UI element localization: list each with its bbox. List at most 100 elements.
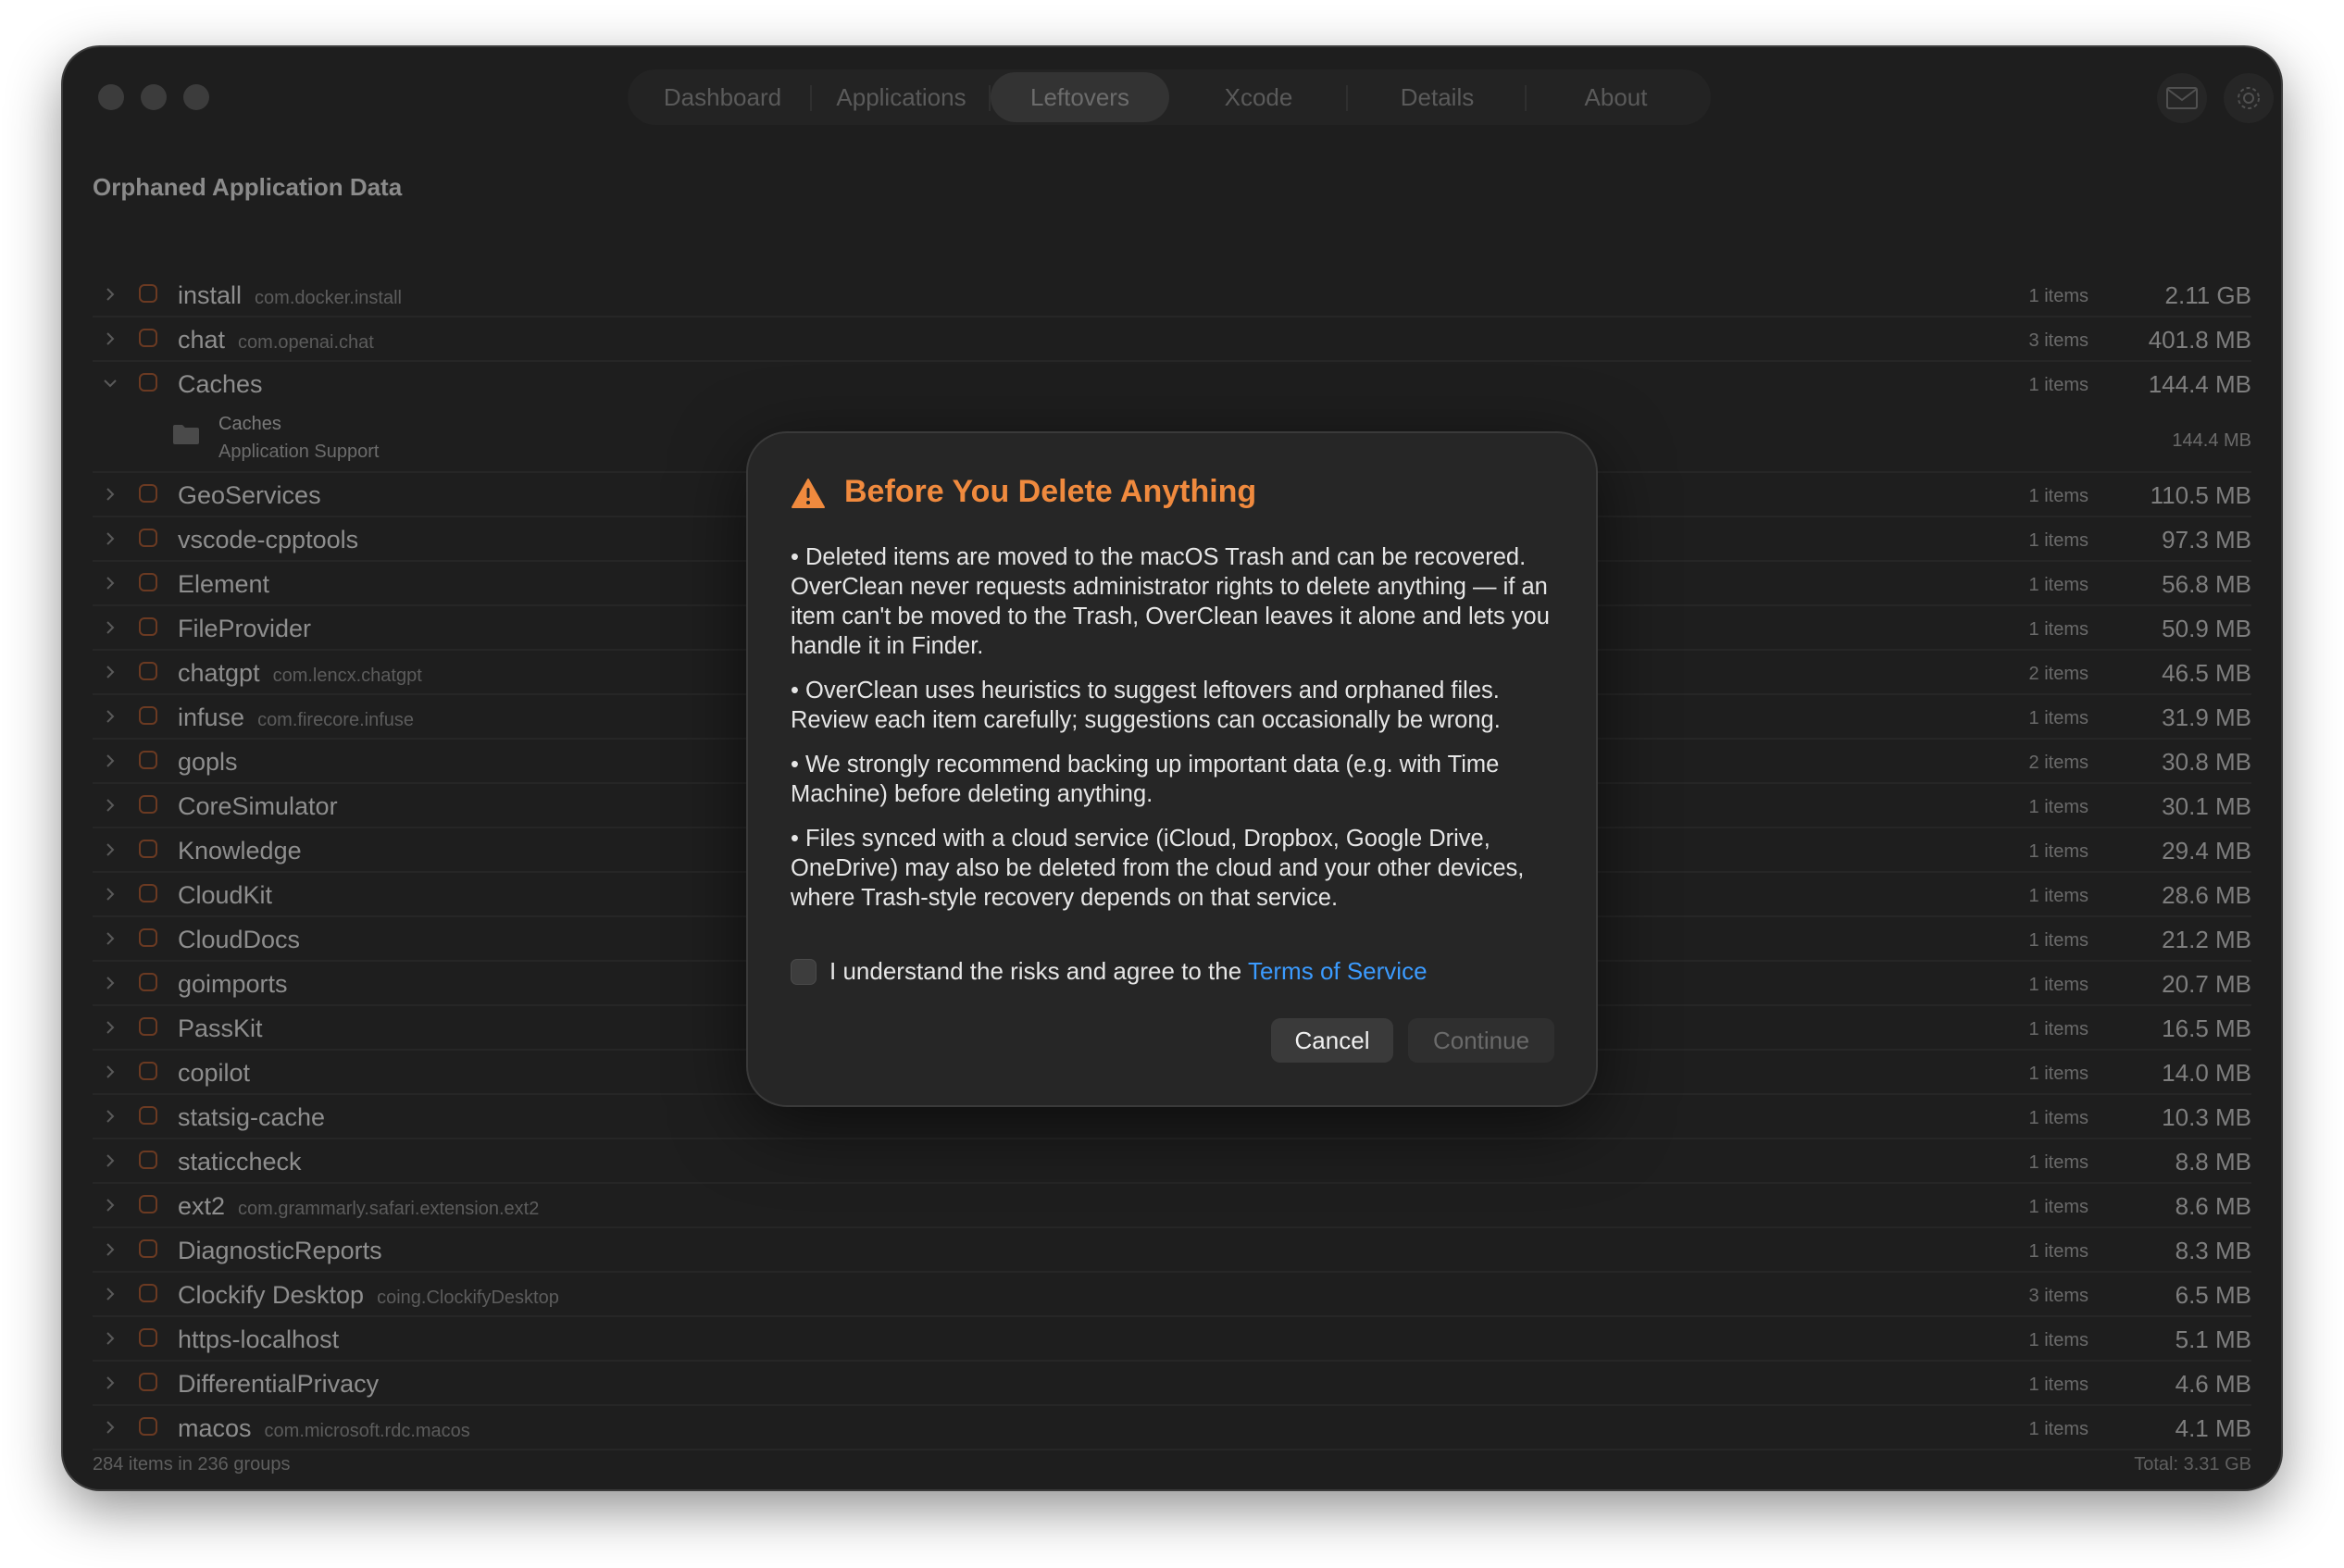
chevron-right-icon[interactable] bbox=[104, 1243, 117, 1256]
select-checkbox[interactable] bbox=[139, 1151, 157, 1169]
list-item[interactable]: Clockify Desktop coing.ClockifyDesktop 3 i… bbox=[93, 1273, 2251, 1317]
chevron-right-icon[interactable] bbox=[104, 532, 117, 545]
select-checkbox[interactable] bbox=[139, 928, 157, 947]
item-label: staticcheck bbox=[178, 1148, 302, 1176]
item-count: 1 items bbox=[2028, 1419, 2088, 1439]
chevron-right-icon[interactable] bbox=[104, 1332, 117, 1345]
chevron-right-icon[interactable] bbox=[104, 332, 117, 345]
chevron-right-icon[interactable] bbox=[104, 977, 117, 989]
select-checkbox[interactable] bbox=[139, 751, 157, 769]
chevron-right-icon[interactable] bbox=[104, 754, 117, 767]
item-label: goimports bbox=[178, 970, 288, 999]
chevron-right-icon[interactable] bbox=[104, 488, 117, 501]
chevron-right-icon[interactable] bbox=[104, 1288, 117, 1300]
list-item[interactable]: macos com.microsoft.rdc.macos 1 items 4.1 M… bbox=[93, 1406, 2251, 1450]
select-checkbox[interactable] bbox=[139, 1328, 157, 1347]
item-size: 144.4 MB bbox=[2148, 370, 2251, 398]
list-item[interactable]: ext2 com.grammarly.safari.extension.ext2 1… bbox=[93, 1184, 2251, 1228]
item-label: Knowledge bbox=[178, 837, 302, 865]
select-checkbox[interactable] bbox=[139, 1062, 157, 1080]
select-checkbox[interactable] bbox=[139, 617, 157, 636]
item-label: PassKit bbox=[178, 1014, 263, 1043]
item-label: CloudKit bbox=[178, 881, 272, 910]
item-count: 1 items bbox=[2028, 841, 2088, 862]
chevron-right-icon[interactable] bbox=[104, 1376, 117, 1389]
select-checkbox[interactable] bbox=[139, 573, 157, 591]
item-count: 1 items bbox=[2028, 797, 2088, 817]
tab-about[interactable]: About bbox=[1527, 72, 1705, 122]
chevron-right-icon[interactable] bbox=[104, 888, 117, 901]
item-label: DiagnosticReports bbox=[178, 1237, 382, 1265]
gear-icon[interactable] bbox=[2224, 73, 2274, 123]
select-checkbox[interactable] bbox=[139, 373, 157, 392]
select-checkbox[interactable] bbox=[139, 1284, 157, 1302]
select-checkbox[interactable] bbox=[139, 1017, 157, 1036]
list-item[interactable]: DiagnosticReports 1 items 8.3 MB bbox=[93, 1228, 2251, 1273]
select-checkbox[interactable] bbox=[139, 1195, 157, 1213]
minimize-window-button[interactable] bbox=[141, 84, 167, 110]
subitem-name: Caches bbox=[218, 414, 281, 434]
item-count: 1 items bbox=[2028, 1152, 2088, 1173]
item-count: 2 items bbox=[2028, 664, 2088, 684]
select-checkbox[interactable] bbox=[139, 973, 157, 991]
chevron-right-icon[interactable] bbox=[104, 1021, 117, 1034]
select-checkbox[interactable] bbox=[139, 284, 157, 303]
item-size: 5.1 MB bbox=[2175, 1325, 2251, 1353]
chevron-right-icon[interactable] bbox=[104, 666, 117, 678]
cancel-button[interactable]: Cancel bbox=[1271, 1018, 1393, 1063]
chevron-right-icon[interactable] bbox=[104, 1421, 117, 1434]
item-count: 1 items bbox=[2028, 1019, 2088, 1039]
select-checkbox[interactable] bbox=[139, 1106, 157, 1125]
select-checkbox[interactable] bbox=[139, 1239, 157, 1258]
chevron-right-icon[interactable] bbox=[104, 621, 117, 634]
agree-text: I understand the risks and agree to the bbox=[829, 957, 1248, 985]
chevron-down-icon[interactable] bbox=[104, 377, 117, 390]
tab-dashboard[interactable]: Dashboard bbox=[633, 72, 812, 122]
select-checkbox[interactable] bbox=[139, 795, 157, 814]
item-name: statsig-cache bbox=[178, 1103, 326, 1131]
list-item[interactable]: https-localhost 1 items 5.1 MB bbox=[93, 1317, 2251, 1362]
select-checkbox[interactable] bbox=[139, 1373, 157, 1391]
list-item[interactable]: install com.docker.install 1 items 2.11 GB bbox=[93, 273, 2251, 317]
continue-button[interactable]: Continue bbox=[1408, 1018, 1554, 1063]
item-size: 16.5 MB bbox=[2162, 1014, 2251, 1042]
select-checkbox[interactable] bbox=[139, 329, 157, 347]
select-checkbox[interactable] bbox=[139, 706, 157, 725]
chevron-right-icon[interactable] bbox=[104, 710, 117, 723]
chevron-right-icon[interactable] bbox=[104, 577, 117, 590]
chevron-right-icon[interactable] bbox=[104, 932, 117, 945]
tab-details[interactable]: Details bbox=[1348, 72, 1527, 122]
chevron-right-icon[interactable] bbox=[104, 1154, 117, 1167]
select-checkbox[interactable] bbox=[139, 484, 157, 503]
tab-xcode[interactable]: Xcode bbox=[1169, 72, 1348, 122]
chevron-right-icon[interactable] bbox=[104, 799, 117, 812]
terms-of-service-link[interactable]: Terms of Service bbox=[1248, 957, 1428, 985]
agree-checkbox[interactable] bbox=[791, 958, 817, 985]
chevron-right-icon[interactable] bbox=[104, 1065, 117, 1078]
mail-icon[interactable] bbox=[2157, 73, 2207, 123]
list-item[interactable]: DifferentialPrivacy 1 items 4.6 MB bbox=[93, 1362, 2251, 1406]
tab-leftovers[interactable]: Leftovers bbox=[991, 72, 1169, 122]
item-name: FileProvider bbox=[178, 615, 312, 642]
select-checkbox[interactable] bbox=[139, 884, 157, 902]
zoom-window-button[interactable] bbox=[183, 84, 209, 110]
item-name: DifferentialPrivacy bbox=[178, 1370, 380, 1398]
chevron-right-icon[interactable] bbox=[104, 1110, 117, 1123]
item-name: ext2 bbox=[178, 1192, 226, 1220]
chevron-right-icon[interactable] bbox=[104, 288, 117, 301]
list-item[interactable]: staticcheck 1 items 8.8 MB bbox=[93, 1139, 2251, 1184]
list-item[interactable]: chat com.openai.chat 3 items 401.8 MB bbox=[93, 317, 2251, 362]
select-checkbox[interactable] bbox=[139, 529, 157, 547]
tab-applications[interactable]: Applications bbox=[812, 72, 991, 122]
chevron-right-icon[interactable] bbox=[104, 1199, 117, 1212]
item-label: chatgpt com.lencx.chatgpt bbox=[178, 659, 422, 688]
folder-icon bbox=[172, 423, 200, 445]
list-item[interactable]: Caches 1 items 144.4 MB bbox=[93, 362, 2251, 406]
select-checkbox[interactable] bbox=[139, 1417, 157, 1436]
item-count: 1 items bbox=[2028, 886, 2088, 906]
item-count: 1 items bbox=[2028, 1108, 2088, 1128]
close-window-button[interactable] bbox=[98, 84, 124, 110]
select-checkbox[interactable] bbox=[139, 840, 157, 858]
chevron-right-icon[interactable] bbox=[104, 843, 117, 856]
select-checkbox[interactable] bbox=[139, 662, 157, 680]
